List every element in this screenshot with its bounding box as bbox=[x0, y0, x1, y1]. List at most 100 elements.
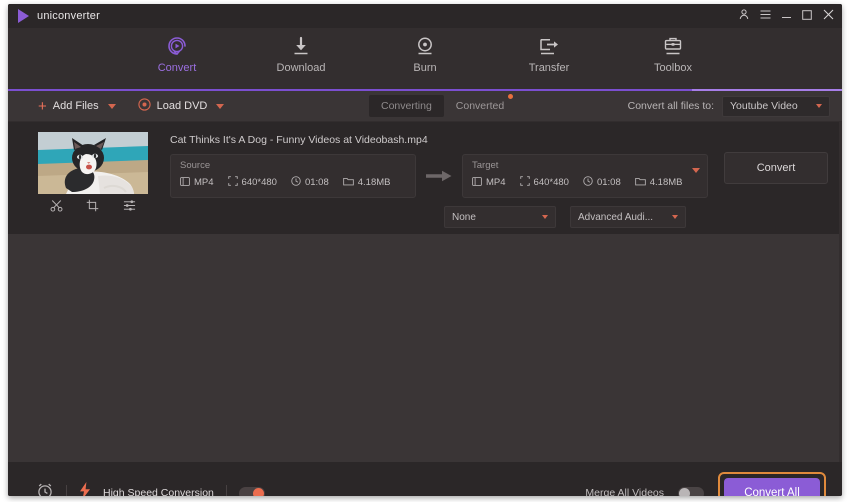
audio-select[interactable]: Advanced Audi... bbox=[570, 206, 686, 228]
clock-icon bbox=[291, 176, 301, 189]
file-name: Cat Thinks It's A Dog - Funny Videos at … bbox=[170, 134, 428, 146]
target-size-value: 4.18MB bbox=[649, 177, 683, 188]
target-info-box[interactable]: Target MP4 640*480 01:08 4.18MB bbox=[462, 154, 708, 198]
action-toolbar: + Add Files Load DVD Converting Converte… bbox=[8, 91, 842, 122]
hamburger-menu-icon[interactable] bbox=[759, 10, 771, 22]
alarm-clock-icon[interactable] bbox=[36, 482, 54, 496]
play-triangle-logo-icon bbox=[18, 9, 29, 23]
chevron-down-icon bbox=[542, 215, 548, 219]
crop-icon[interactable] bbox=[86, 199, 99, 212]
video-thumbnail[interactable] bbox=[38, 132, 148, 194]
subtitle-select[interactable]: None bbox=[444, 206, 556, 228]
convert-icon bbox=[165, 33, 189, 59]
audio-select-value: Advanced Audi... bbox=[578, 211, 654, 223]
nav-item-convert[interactable]: Convert bbox=[134, 33, 220, 74]
source-info-box: Source MP4 640*480 01:08 4.18MB bbox=[170, 154, 416, 198]
file-list-scrollbar[interactable] bbox=[839, 122, 842, 462]
load-dvd-label: Load DVD bbox=[156, 100, 208, 112]
plus-icon: + bbox=[38, 97, 47, 115]
bottom-right-controls: Merge All Videos Convert All bbox=[585, 462, 826, 496]
target-meta-row: MP4 640*480 01:08 4.18MB bbox=[472, 176, 698, 189]
chevron-down-icon bbox=[672, 215, 678, 219]
trim-icon[interactable] bbox=[50, 199, 63, 212]
source-to-target-arrow-icon bbox=[416, 154, 462, 198]
toggle-knob bbox=[252, 487, 264, 496]
target-dropdown-caret-icon[interactable] bbox=[692, 168, 700, 173]
convert-all-button-label: Convert All bbox=[744, 487, 800, 496]
source-format-value: MP4 bbox=[194, 177, 214, 188]
resolution-icon bbox=[519, 176, 530, 189]
convert-button-label: Convert bbox=[756, 162, 796, 174]
file-format-icon bbox=[472, 176, 482, 189]
bottom-left-controls: High Speed Conversion bbox=[8, 482, 265, 496]
nav-label-convert: Convert bbox=[157, 62, 197, 74]
high-speed-label: High Speed Conversion bbox=[103, 487, 214, 496]
nav-label-toolbox: Toolbox bbox=[654, 62, 692, 74]
target-duration: 01:08 bbox=[583, 176, 621, 189]
toggle-knob bbox=[679, 487, 690, 496]
resolution-icon bbox=[227, 176, 238, 189]
target-option-selects: None Advanced Audi... bbox=[444, 206, 842, 228]
source-label: Source bbox=[180, 160, 211, 171]
divider bbox=[225, 485, 227, 496]
target-resolution-value: 640*480 bbox=[533, 177, 569, 188]
burn-icon bbox=[413, 33, 437, 59]
thumbnail-image bbox=[38, 132, 148, 194]
convert-button[interactable]: Convert bbox=[724, 152, 828, 184]
list-mode-tabs: Converting Converted bbox=[369, 94, 516, 117]
target-duration-value: 01:08 bbox=[596, 177, 621, 188]
close-icon[interactable] bbox=[822, 9, 834, 23]
convert-all-to-control: Convert all files to: Youtube Video bbox=[628, 91, 830, 121]
download-icon bbox=[289, 33, 313, 59]
add-files-label: Add Files bbox=[52, 100, 99, 112]
source-duration: 01:08 bbox=[291, 176, 329, 189]
convert-all-highlight-ring: Convert All bbox=[718, 472, 826, 496]
folder-icon bbox=[342, 177, 354, 189]
toolbox-icon bbox=[661, 33, 685, 59]
chevron-down-icon bbox=[816, 104, 822, 108]
target-resolution: 640*480 bbox=[519, 176, 569, 189]
nav-item-burn[interactable]: Burn bbox=[382, 33, 468, 74]
app-title: uniconverter bbox=[37, 10, 100, 22]
bottom-bar: High Speed Conversion Merge All Videos C… bbox=[8, 462, 842, 496]
window-controls bbox=[738, 4, 834, 28]
target-format: MP4 bbox=[472, 176, 506, 189]
nav-item-download[interactable]: Download bbox=[258, 33, 344, 74]
divider bbox=[66, 485, 67, 496]
app-logo: uniconverter bbox=[8, 9, 100, 23]
target-label: Target bbox=[472, 160, 499, 171]
source-resolution-value: 640*480 bbox=[241, 177, 277, 188]
account-icon[interactable] bbox=[738, 9, 750, 23]
subtitle-select-value: None bbox=[452, 211, 476, 223]
effect-icon[interactable] bbox=[123, 199, 136, 212]
high-speed-toggle[interactable] bbox=[238, 486, 265, 496]
nav-label-burn: Burn bbox=[413, 62, 437, 74]
transfer-icon bbox=[536, 33, 562, 59]
nav-label-download: Download bbox=[276, 62, 326, 74]
convert-all-button[interactable]: Convert All bbox=[724, 478, 820, 496]
tab-converting[interactable]: Converting bbox=[369, 95, 444, 117]
add-files-button[interactable]: + Add Files bbox=[38, 99, 99, 114]
minimize-icon[interactable] bbox=[780, 10, 792, 22]
target-format-value: MP4 bbox=[486, 177, 506, 188]
target-size: 4.18MB bbox=[634, 177, 683, 189]
tab-converted[interactable]: Converted bbox=[444, 94, 516, 117]
file-list-item[interactable]: Cat Thinks It's A Dog - Funny Videos at … bbox=[8, 122, 842, 234]
nav-item-transfer[interactable]: Transfer bbox=[506, 33, 592, 74]
maximize-icon[interactable] bbox=[801, 9, 813, 23]
load-dvd-dropdown-caret-icon[interactable] bbox=[216, 103, 225, 109]
application-window: uniconverter Convert Download Burn Trans… bbox=[8, 4, 842, 496]
nav-label-transfer: Transfer bbox=[528, 62, 570, 74]
file-list-area: Cat Thinks It's A Dog - Funny Videos at … bbox=[8, 122, 842, 462]
title-bar: uniconverter bbox=[8, 4, 842, 28]
file-format-icon bbox=[180, 176, 190, 189]
lightning-bolt-icon bbox=[79, 482, 91, 496]
convert-all-to-label: Convert all files to: bbox=[627, 100, 714, 112]
load-dvd-button[interactable]: Load DVD bbox=[137, 98, 208, 114]
convert-all-to-select[interactable]: Youtube Video bbox=[722, 95, 830, 117]
nav-item-toolbox[interactable]: Toolbox bbox=[630, 33, 716, 74]
add-files-dropdown-caret-icon[interactable] bbox=[107, 103, 116, 109]
merge-all-videos-label: Merge All Videos bbox=[585, 487, 664, 496]
convert-all-to-value: Youtube Video bbox=[730, 100, 798, 112]
merge-all-videos-toggle[interactable] bbox=[678, 486, 704, 496]
